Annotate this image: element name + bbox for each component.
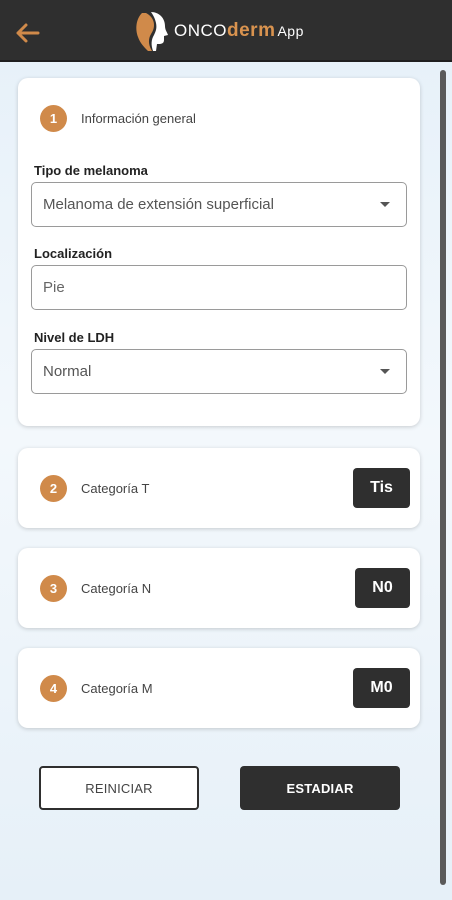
general-info-header: 1 Información general xyxy=(40,105,196,132)
category-t-value-button[interactable]: Tis xyxy=(353,468,410,508)
brand-logo: ONCOderm App xyxy=(132,8,304,54)
ldh-value: Normal xyxy=(43,363,92,380)
location-input[interactable]: Pie xyxy=(31,265,407,310)
category-m-header: 4 Categoría M xyxy=(40,675,153,702)
category-n-value-button[interactable]: N0 xyxy=(355,568,410,608)
category-t-title: Categoría T xyxy=(81,481,150,496)
general-info-card: 1 Información general Tipo de melanoma M… xyxy=(18,78,420,426)
melanoma-type-label: Tipo de melanoma xyxy=(34,163,148,178)
category-t-card: 2 Categoría T Tis xyxy=(18,448,420,528)
location-placeholder: Pie xyxy=(43,279,65,296)
step-badge: 3 xyxy=(40,575,67,602)
head-profile-icon xyxy=(136,12,168,51)
category-n-header: 3 Categoría N xyxy=(40,575,151,602)
app-header: ONCOderm App xyxy=(0,0,452,62)
step-badge: 2 xyxy=(40,475,67,502)
category-m-value-button[interactable]: M0 xyxy=(353,668,410,708)
brand-app: App xyxy=(277,23,304,39)
brand-onco: ONCO xyxy=(174,21,227,40)
category-m-title: Categoría M xyxy=(81,681,153,696)
brand-derm: derm xyxy=(227,20,276,41)
category-m-card: 4 Categoría M M0 xyxy=(18,648,420,728)
arrow-left-icon xyxy=(16,23,40,43)
scrollbar[interactable] xyxy=(440,70,446,885)
chevron-down-icon xyxy=(380,369,390,374)
category-n-title: Categoría N xyxy=(81,581,152,596)
general-info-title: Información general xyxy=(81,111,196,126)
reset-button[interactable]: REINICIAR xyxy=(39,766,199,810)
ldh-select[interactable]: Normal xyxy=(31,349,407,394)
back-button[interactable] xyxy=(10,16,44,50)
step-badge: 1 xyxy=(40,105,67,132)
melanoma-type-value: Melanoma de extensión superficial xyxy=(43,196,274,213)
location-label: Localización xyxy=(34,246,113,261)
melanoma-type-select[interactable]: Melanoma de extensión superficial xyxy=(31,182,407,227)
category-t-header: 2 Categoría T xyxy=(40,475,149,502)
category-n-card: 3 Categoría N N0 xyxy=(18,548,420,628)
ldh-label: Nivel de LDH xyxy=(34,330,115,345)
chevron-down-icon xyxy=(380,202,390,207)
brand-name: ONCOderm App xyxy=(174,20,304,42)
step-badge: 4 xyxy=(40,675,67,702)
stage-button[interactable]: ESTADIAR xyxy=(240,766,400,810)
